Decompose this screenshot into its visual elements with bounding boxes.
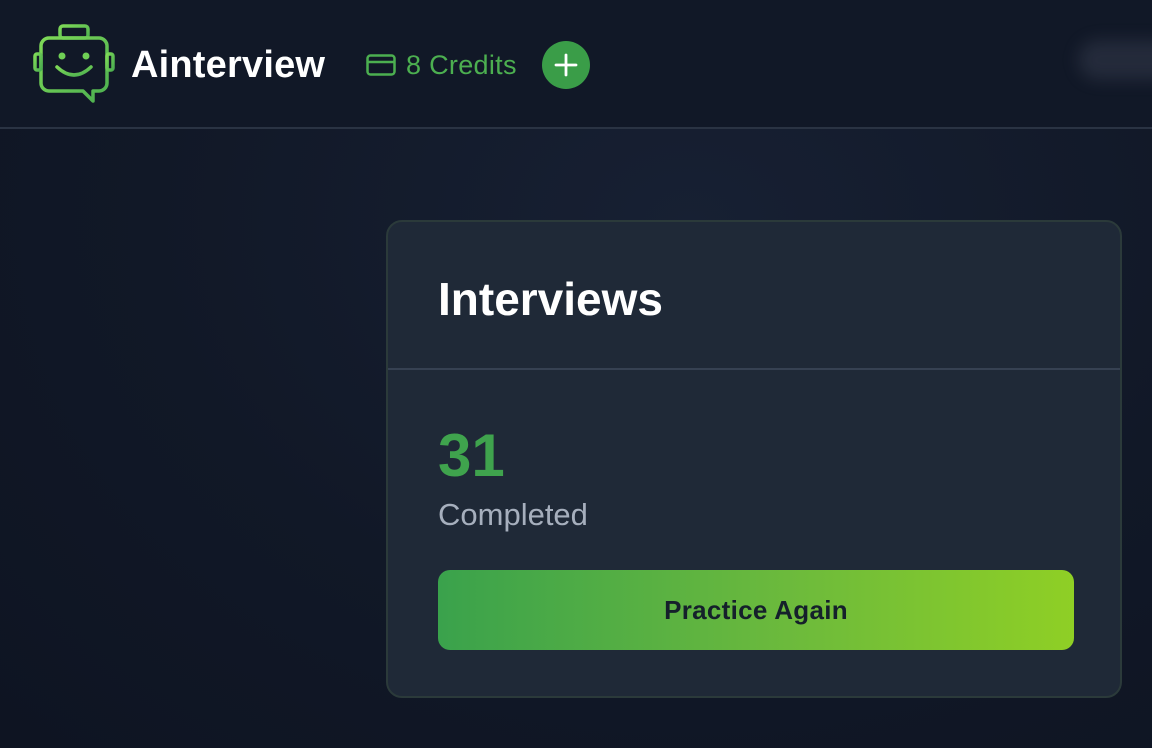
robot-chat-logo-icon[interactable] (33, 23, 115, 105)
credit-card-icon (366, 54, 396, 76)
page: Ainterview 8 Credits Interviews 31 Compl… (0, 0, 1152, 748)
credits-label: 8 Credits (406, 50, 517, 80)
add-credits-button[interactable] (542, 41, 590, 89)
interviews-card: Interviews 31 Completed Practice Again (386, 220, 1122, 698)
brand-name[interactable]: Ainterview (131, 42, 325, 88)
top-bar: Ainterview 8 Credits (0, 0, 1152, 129)
card-divider (388, 368, 1120, 370)
user-menu-blurred[interactable] (1078, 40, 1152, 80)
practice-again-button[interactable]: Practice Again (438, 570, 1074, 650)
practice-again-label: Practice Again (664, 594, 848, 625)
plus-icon (554, 53, 578, 77)
card-title: Interviews (438, 273, 663, 325)
credits-display[interactable]: 8 Credits (366, 47, 517, 83)
completed-count: 31 (438, 422, 505, 489)
completed-label: Completed (438, 497, 588, 532)
